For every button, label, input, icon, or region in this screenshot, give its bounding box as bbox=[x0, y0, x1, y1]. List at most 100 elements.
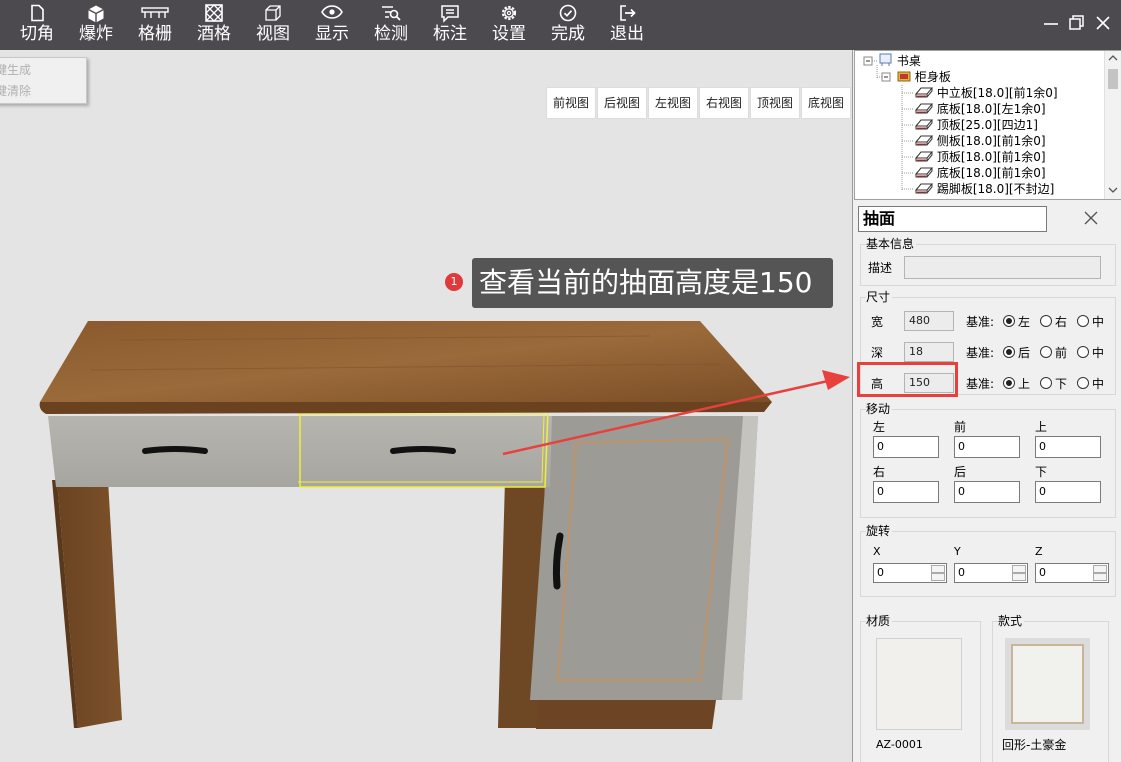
move-input[interactable]: 0 bbox=[954, 481, 1020, 503]
part-name-field[interactable]: 抽面 bbox=[858, 206, 1047, 232]
desc-field[interactable] bbox=[904, 256, 1101, 279]
style-preview[interactable] bbox=[1005, 638, 1090, 730]
toolbar-item-display[interactable]: 显示 bbox=[304, 0, 360, 50]
tree-item[interactable]: 底板[18.0][前1余0] bbox=[914, 165, 1046, 181]
style-name: 回形-土豪金 bbox=[1002, 738, 1067, 752]
rotate-stepper[interactable]: 0 bbox=[954, 563, 1028, 583]
height-base-radio[interactable] bbox=[1040, 377, 1052, 389]
tree-item[interactable]: 底板[18.0][左1余0] bbox=[914, 101, 1046, 117]
board-icon bbox=[914, 87, 934, 98]
close-button[interactable] bbox=[1090, 10, 1116, 36]
tree-scrollbar[interactable] bbox=[1104, 51, 1121, 199]
rotate-stepper[interactable]: 0 bbox=[1035, 563, 1109, 583]
eye-icon bbox=[321, 5, 343, 19]
close-icon bbox=[1084, 211, 1098, 225]
tree-item[interactable]: 侧板[18.0][前1余0] bbox=[914, 133, 1046, 149]
toolbar-item-wine-rack[interactable]: 酒格 bbox=[186, 0, 242, 50]
toolbar-item-finish[interactable]: 完成 bbox=[540, 0, 596, 50]
basic-info-group: 基本信息 描述 bbox=[860, 237, 1116, 286]
toolbar-item-view[interactable]: 视图 bbox=[245, 0, 301, 50]
3d-viewport[interactable]: 键生成 键清除 前视图 后视图 左视图 右视图 顶视图 底视图 1 查看当前的抽… bbox=[0, 50, 852, 762]
check-circle-icon bbox=[559, 4, 577, 22]
width-value-field[interactable]: 480 bbox=[904, 311, 954, 331]
width-base-label: 基准: bbox=[966, 315, 995, 329]
toolbar-item-chamfer[interactable]: 切角 bbox=[9, 0, 65, 50]
move-group: 移动 左 0 前 0 上 0 右 0 后 0 下 0 bbox=[860, 402, 1116, 518]
rotate-stepper[interactable]: 0 bbox=[873, 563, 947, 583]
toolbar-label: 完成 bbox=[551, 24, 585, 44]
model-tree[interactable]: 书桌 柜身板 中立板[18.0][前1余0] 底板[18.0][左1余0] 顶板… bbox=[854, 50, 1121, 200]
move-label: 左 bbox=[873, 420, 886, 434]
toolbar-item-inspect[interactable]: 检测 bbox=[363, 0, 419, 50]
height-base-option: 中 bbox=[1092, 377, 1105, 391]
spin-up-button[interactable] bbox=[1012, 565, 1026, 573]
spin-up-button[interactable] bbox=[1093, 565, 1107, 573]
board-icon bbox=[914, 151, 934, 162]
height-base-radio[interactable] bbox=[1077, 377, 1089, 389]
folder-icon bbox=[897, 71, 911, 82]
panel-close-button[interactable] bbox=[1081, 208, 1101, 228]
depth-value-field[interactable]: 18 bbox=[904, 342, 954, 362]
tree-item-label: 顶板[18.0][前1余0] bbox=[936, 150, 1046, 164]
style-preview-frame bbox=[1011, 644, 1084, 724]
cube-icon bbox=[88, 5, 104, 23]
rotate-value: 0 bbox=[958, 566, 965, 579]
app-window: 切角 爆炸 格栅 酒格 视图 显示 检测 标注 设置 完成 退出 键生成 键清除… bbox=[0, 0, 1121, 762]
callout-badge: 1 bbox=[445, 273, 463, 291]
toolbar-item-settings[interactable]: 设置 bbox=[481, 0, 537, 50]
toolbar-label: 切角 bbox=[20, 24, 54, 44]
size-title: 尺寸 bbox=[866, 290, 893, 304]
toolbar-label: 退出 bbox=[610, 24, 644, 44]
tree-item[interactable]: 顶板[18.0][前1余0] bbox=[914, 149, 1046, 165]
height-highlight-box bbox=[857, 362, 958, 397]
toolbar-item-exit[interactable]: 退出 bbox=[599, 0, 655, 50]
restore-button[interactable] bbox=[1064, 10, 1090, 36]
spin-down-button[interactable] bbox=[1012, 573, 1026, 581]
depth-base-radio[interactable] bbox=[1040, 346, 1052, 358]
depth-base-option: 中 bbox=[1092, 346, 1105, 360]
board-icon bbox=[914, 183, 934, 194]
minimize-button[interactable] bbox=[1038, 10, 1064, 36]
move-input[interactable]: 0 bbox=[873, 481, 939, 503]
move-input[interactable]: 0 bbox=[873, 436, 939, 458]
move-input[interactable]: 0 bbox=[1035, 481, 1101, 503]
toolbar-item-grille[interactable]: 格栅 bbox=[127, 0, 183, 50]
desc-label: 描述 bbox=[868, 261, 893, 275]
depth-base-label: 基准: bbox=[966, 346, 995, 360]
width-base-option: 中 bbox=[1092, 315, 1105, 329]
move-input[interactable]: 0 bbox=[954, 436, 1020, 458]
move-input[interactable]: 0 bbox=[1035, 436, 1101, 458]
tree-group[interactable]: 柜身板 bbox=[897, 69, 951, 85]
toolbar-item-annotate[interactable]: 标注 bbox=[422, 0, 478, 50]
width-base-radio[interactable] bbox=[1003, 315, 1015, 327]
depth-base-radio[interactable] bbox=[1077, 346, 1089, 358]
toolbar-item-explode[interactable]: 爆炸 bbox=[68, 0, 124, 50]
spin-down-button[interactable] bbox=[931, 573, 945, 581]
depth-base-radio[interactable] bbox=[1003, 346, 1015, 358]
spin-up-button[interactable] bbox=[931, 565, 945, 573]
move-label: 后 bbox=[954, 465, 967, 479]
lattice-icon bbox=[205, 4, 223, 22]
rotate-label: Z bbox=[1035, 545, 1043, 558]
depth-base-option: 前 bbox=[1055, 346, 1068, 360]
view-cube-icon bbox=[265, 5, 281, 21]
gear-icon bbox=[501, 5, 517, 21]
toolbar-label: 检测 bbox=[374, 24, 408, 44]
tree-item[interactable]: 中立板[18.0][前1余0] bbox=[914, 85, 1058, 101]
restore-icon bbox=[1069, 15, 1084, 30]
width-base-radio[interactable] bbox=[1040, 315, 1052, 327]
rotate-label: X bbox=[873, 545, 881, 558]
tree-item[interactable]: 顶板[25.0][四边1] bbox=[914, 117, 1038, 133]
comment-icon bbox=[441, 5, 459, 23]
toolbar: 切角 爆炸 格栅 酒格 视图 显示 检测 标注 设置 完成 退出 bbox=[0, 0, 1121, 50]
tree-root[interactable]: 书桌 bbox=[879, 53, 921, 69]
spin-down-button[interactable] bbox=[1093, 573, 1107, 581]
width-base-radio[interactable] bbox=[1077, 315, 1089, 327]
rotate-label: Y bbox=[954, 545, 961, 558]
tree-root-label: 书桌 bbox=[896, 54, 921, 68]
height-base-option: 下 bbox=[1055, 377, 1068, 391]
tree-item[interactable]: 踢脚板[18.0][不封边] bbox=[914, 181, 1054, 197]
material-swatch[interactable] bbox=[876, 638, 962, 730]
height-base-radio[interactable] bbox=[1003, 377, 1015, 389]
cabinet bbox=[530, 416, 758, 729]
